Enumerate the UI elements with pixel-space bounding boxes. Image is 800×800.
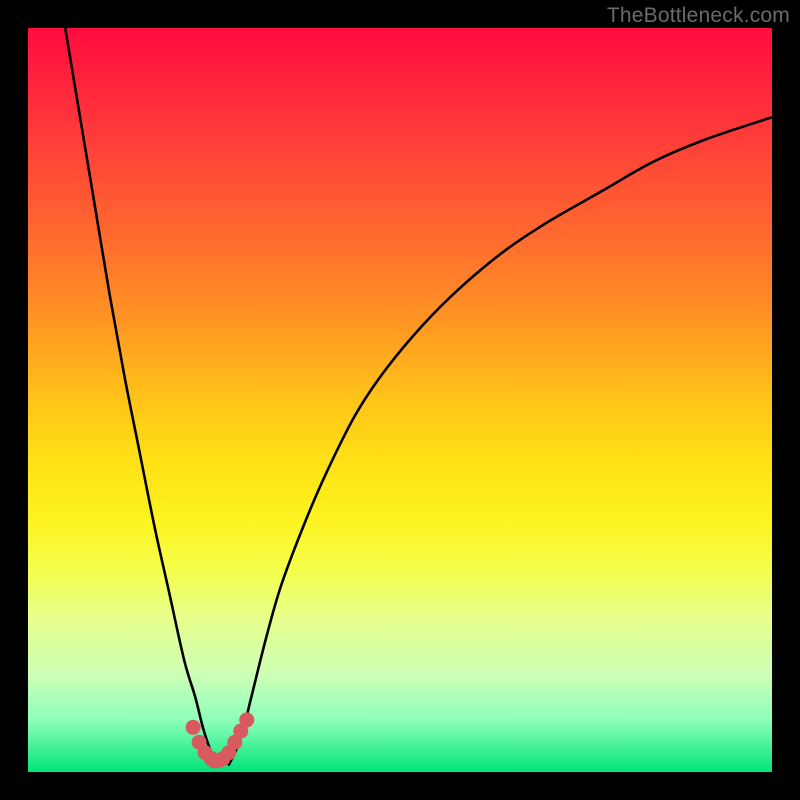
right-branch — [229, 117, 772, 764]
plot-area — [28, 28, 772, 772]
chart-frame: TheBottleneck.com — [0, 0, 800, 800]
watermark-text: TheBottleneck.com — [607, 4, 790, 28]
well-marker — [186, 720, 201, 735]
bottleneck-curve — [28, 28, 772, 772]
well-marker — [239, 712, 254, 727]
left-branch — [65, 28, 218, 765]
